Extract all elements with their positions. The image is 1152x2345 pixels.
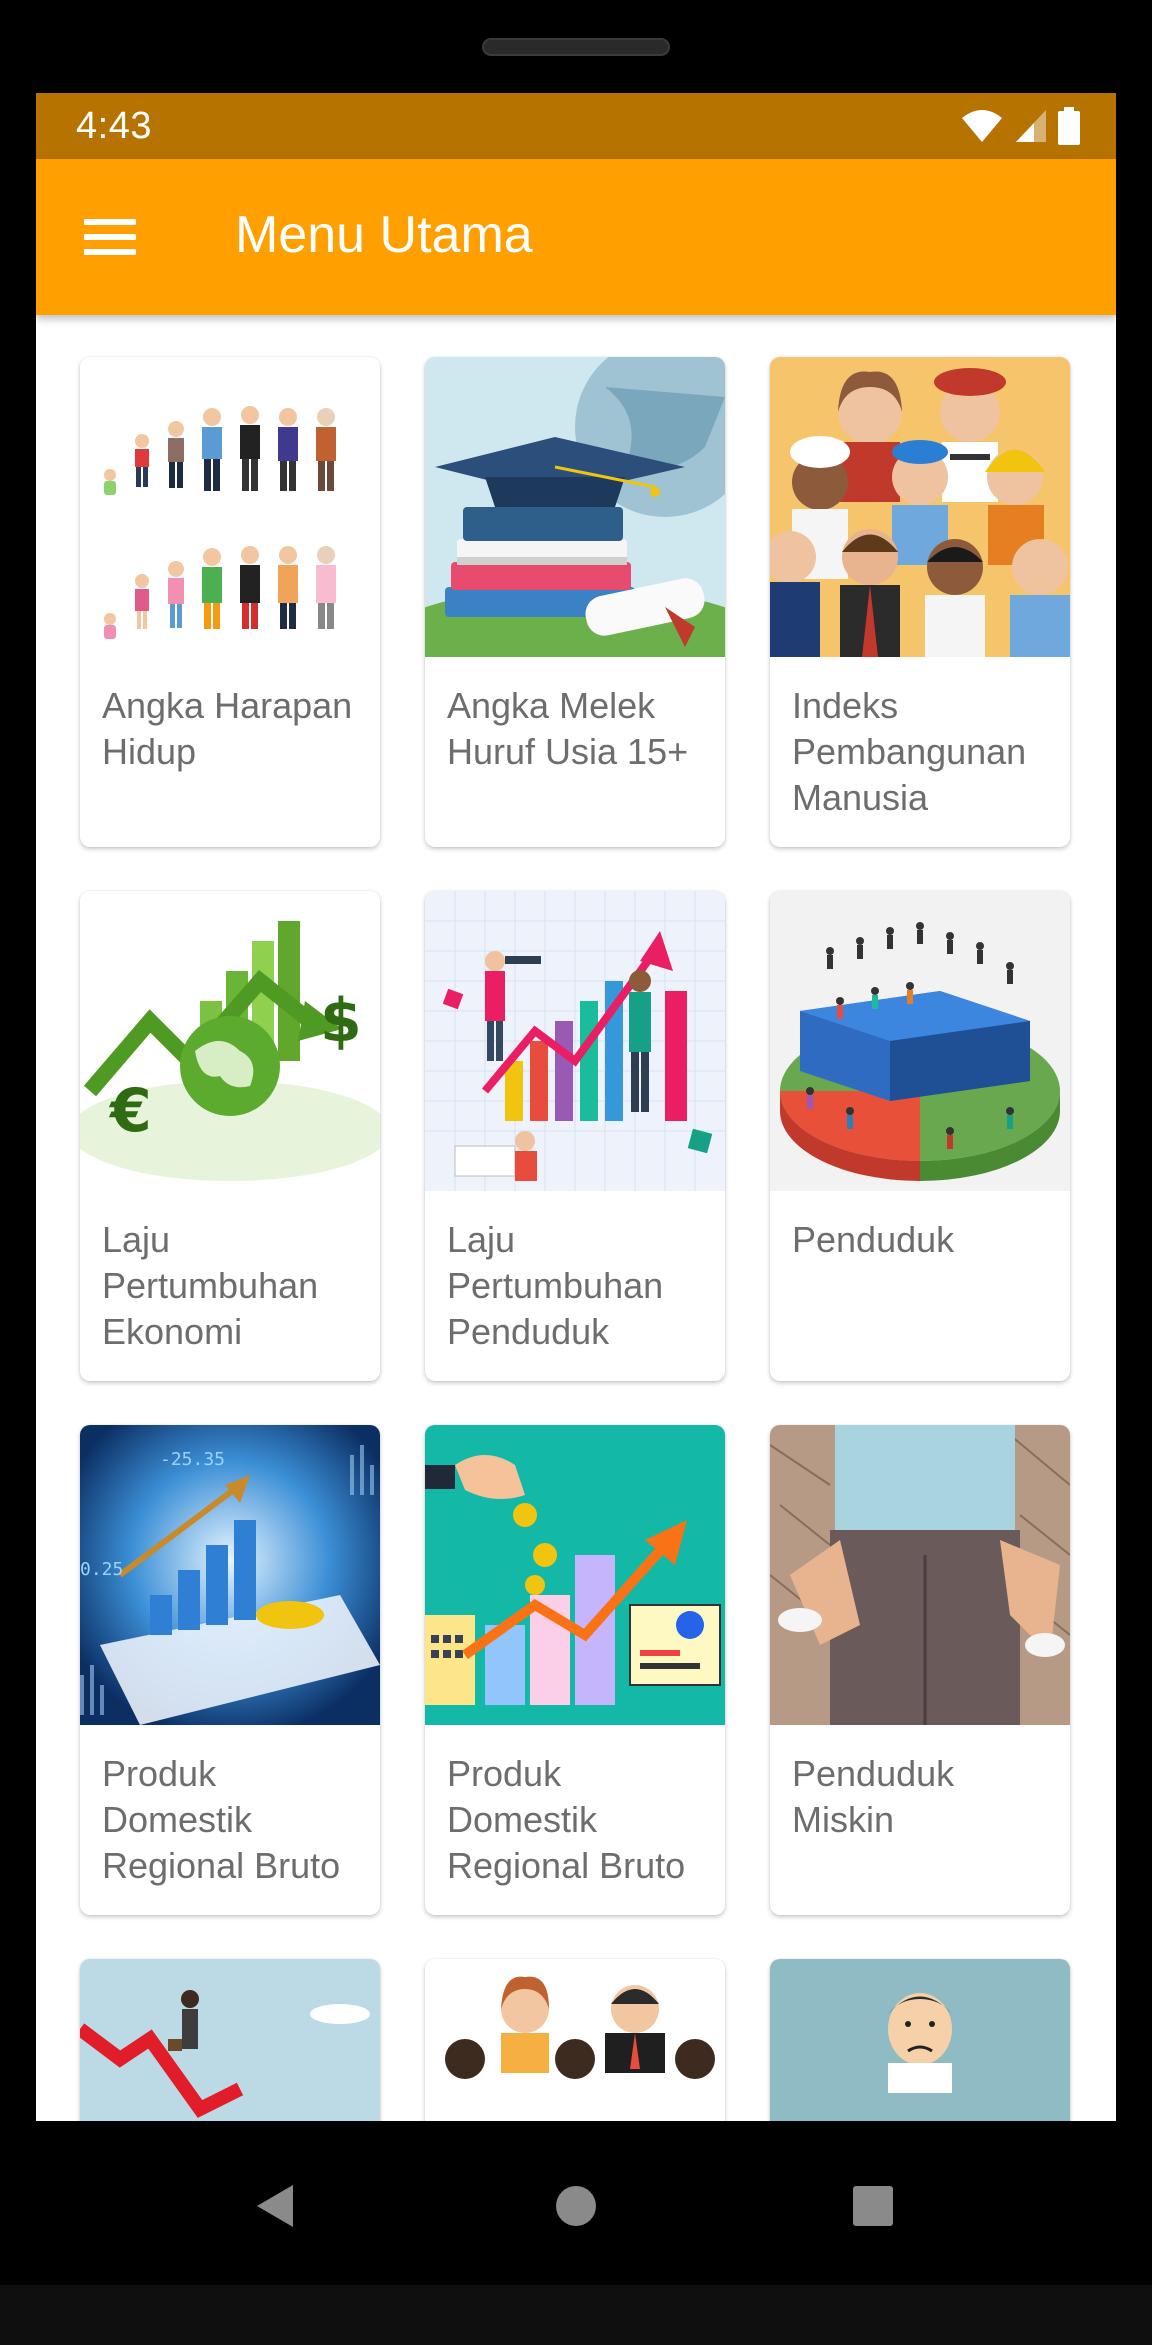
- economy-city-coins-illustration: [425, 1425, 725, 1725]
- green-economy-globe-illustration: $ €: [80, 891, 380, 1191]
- status-time: 4:43: [76, 105, 152, 147]
- card-label: Penduduk Miskin: [792, 1753, 955, 1840]
- menu-card-penduduk[interactable]: Penduduk: [770, 891, 1070, 1381]
- card-image: -25.35 0.25: [80, 1425, 380, 1725]
- card-image: [80, 1959, 380, 2121]
- menu-card-row4-2[interactable]: [425, 1959, 725, 2121]
- card-image: [425, 1959, 725, 2121]
- status-icons: [960, 107, 1080, 145]
- menu-card-pdrb-2[interactable]: Produk Domestik Regional Bruto: [425, 1425, 725, 1915]
- growth-chart-people-illustration: [425, 891, 725, 1191]
- speaker-grille: [482, 38, 670, 56]
- back-icon[interactable]: [241, 2171, 311, 2241]
- device-chin: [0, 2285, 1152, 2345]
- card-image: [770, 1425, 1070, 1725]
- family-generations-illustration: [80, 357, 380, 657]
- card-image: [770, 357, 1070, 657]
- svg-text:€: €: [108, 1076, 152, 1146]
- app-bar: Menu Utama: [36, 159, 1116, 315]
- graduation-books-illustration: [425, 357, 725, 657]
- card-image: [425, 357, 725, 657]
- card-label: Indeks Pembangunan Manusia: [792, 685, 1027, 818]
- home-icon[interactable]: [541, 2171, 611, 2241]
- card-label: Produk Domestik Regional Bruto: [102, 1753, 341, 1886]
- card-image: [425, 891, 725, 1191]
- menu-icon[interactable]: [84, 209, 140, 265]
- menu-card-row4-3[interactable]: [770, 1959, 1070, 2121]
- empty-pockets-illustration: [770, 1425, 1070, 1725]
- worried-man-illustration: [770, 1959, 1070, 2121]
- card-image: [770, 1959, 1070, 2121]
- card-image: $ €: [80, 891, 380, 1191]
- screen: 4:43 Menu Utama Angka Harapan Hidup Angk…: [36, 93, 1116, 2121]
- menu-card-pdrb-1[interactable]: -25.35 0.25 Produk Domestik Regional Bru…: [80, 1425, 380, 1915]
- menu-card-laju-pertumbuhan-penduduk[interactable]: Laju Pertumbuhan Penduduk: [425, 891, 725, 1381]
- card-label: Produk Domestik Regional Bruto: [447, 1753, 686, 1886]
- card-image: [80, 357, 380, 657]
- signal-icon: [1016, 110, 1046, 142]
- status-bar: 4:43: [36, 93, 1116, 159]
- card-label: Angka Melek Huruf Usia 15+: [447, 685, 689, 772]
- card-image: [425, 1425, 725, 1725]
- page-title: Menu Utama: [235, 206, 533, 264]
- svg-text:-25.35: -25.35: [160, 1449, 225, 1470]
- menu-card-laju-pertumbuhan-ekonomi[interactable]: $ € Laju Pertumbuhan Ekonomi: [80, 891, 380, 1381]
- battery-icon: [1058, 107, 1080, 145]
- population-pie-illustration: [770, 891, 1070, 1191]
- menu-card-penduduk-miskin[interactable]: Penduduk Miskin: [770, 1425, 1070, 1915]
- wifi-icon: [962, 110, 1002, 142]
- falling-chart-businessman-illustration: [80, 1959, 380, 2121]
- card-label: Laju Pertumbuhan Ekonomi: [102, 1219, 319, 1352]
- professions-crowd-illustration: [770, 357, 1070, 657]
- financial-chart-illustration: -25.35 0.25: [80, 1425, 380, 1725]
- menu-card-row4-1[interactable]: [80, 1959, 380, 2121]
- menu-card-indeks-pembangunan-manusia[interactable]: Indeks Pembangunan Manusia: [770, 357, 1070, 847]
- svg-text:0.25: 0.25: [80, 1559, 123, 1580]
- svg-text:$: $: [320, 986, 362, 1056]
- workers-group-illustration: [425, 1959, 725, 2121]
- recents-icon[interactable]: [838, 2171, 908, 2241]
- card-label: Angka Harapan Hidup: [102, 685, 353, 772]
- device-frame: 4:43 Menu Utama Angka Harapan Hidup Angk…: [0, 0, 1152, 2345]
- card-image: [770, 891, 1070, 1191]
- menu-card-angka-melek-huruf[interactable]: Angka Melek Huruf Usia 15+: [425, 357, 725, 847]
- menu-card-angka-harapan-hidup[interactable]: Angka Harapan Hidup: [80, 357, 380, 847]
- card-label: Laju Pertumbuhan Penduduk: [447, 1219, 664, 1352]
- system-nav-bar: [0, 2121, 1152, 2285]
- card-label: Penduduk: [792, 1219, 955, 1260]
